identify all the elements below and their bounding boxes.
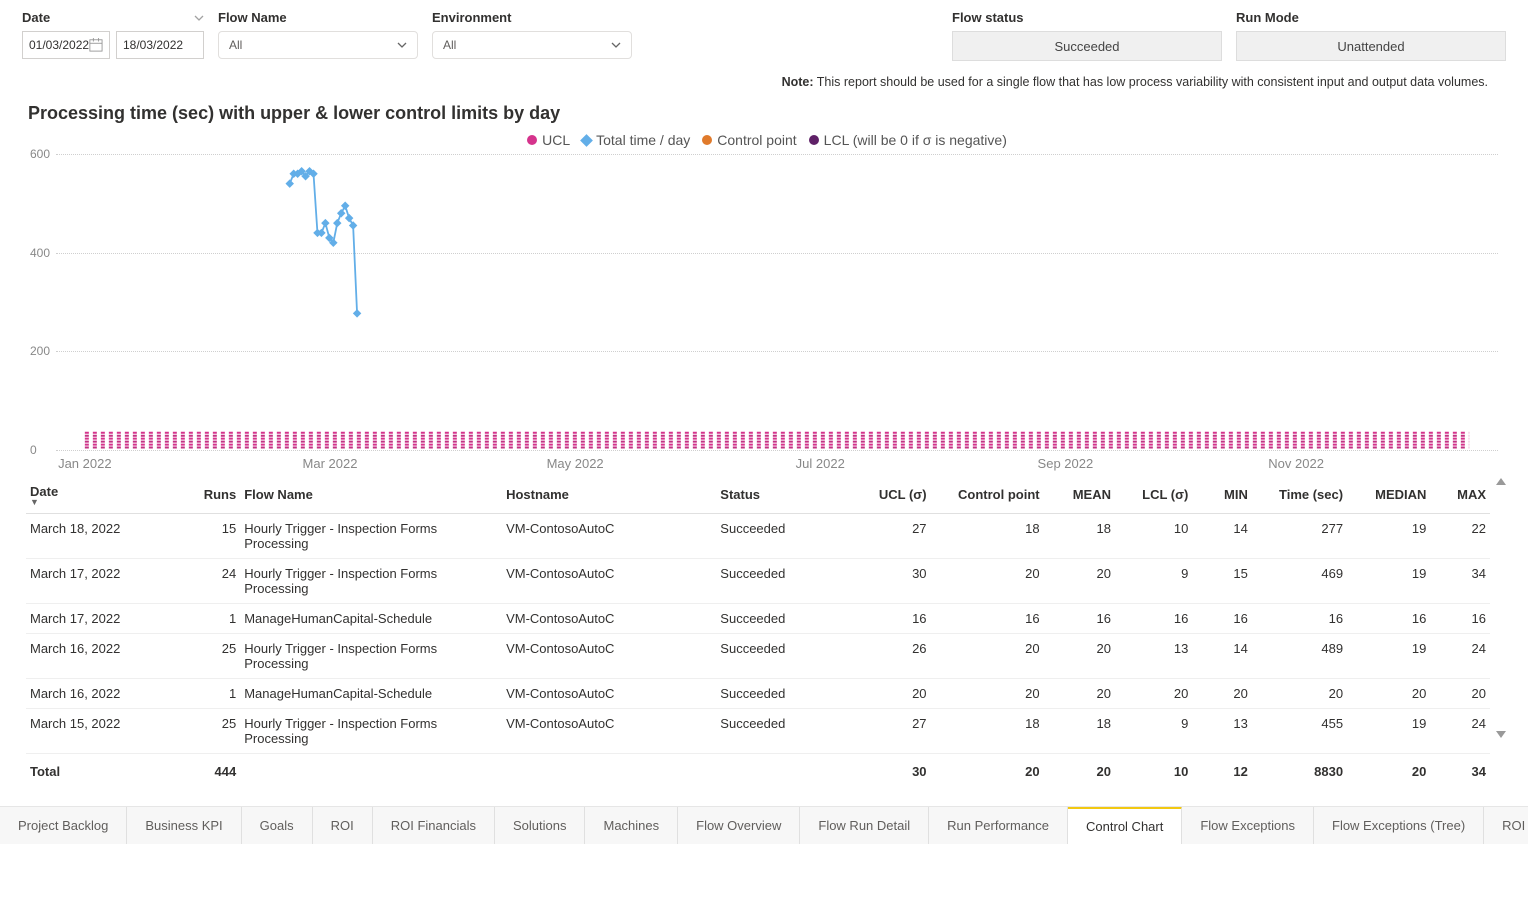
sort-desc-icon: ▼ <box>30 499 177 505</box>
calendar-icon <box>89 38 103 52</box>
tab-roi-financials[interactable]: ROI Financials <box>373 807 495 844</box>
ytick: 200 <box>30 344 50 358</box>
filter-flow-name: Flow Name All <box>218 10 418 59</box>
xtick: May 2022 <box>547 456 604 471</box>
table-total-row: Total444302020101288302034 <box>26 754 1490 787</box>
flowname-value: All <box>229 38 242 52</box>
col-lcl[interactable]: LCL (σ) <box>1115 478 1192 514</box>
chevron-down-icon[interactable] <box>194 13 204 23</box>
xtick: Sep 2022 <box>1038 456 1094 471</box>
xtick: Jan 2022 <box>58 456 112 471</box>
legend-total[interactable]: Total time / day <box>582 132 690 148</box>
note-bold: Note: <box>782 75 814 89</box>
tab-control-chart[interactable]: Control Chart <box>1068 806 1182 844</box>
note-text: This report should be used for a single … <box>817 75 1488 89</box>
filter-environment: Environment All <box>432 10 632 59</box>
filter-status-label: Flow status <box>952 10 1222 25</box>
filter-env-label: Environment <box>432 10 632 25</box>
col-min[interactable]: MIN <box>1192 478 1252 514</box>
scroll-up-icon[interactable] <box>1496 478 1506 485</box>
filters-bar: Date 01/03/2022 18/03/2022 Flow Name All… <box>0 0 1528 71</box>
tab-flow-run-detail[interactable]: Flow Run Detail <box>800 807 929 844</box>
filter-runmode-label: Run Mode <box>1236 10 1506 25</box>
tab-business-kpi[interactable]: Business KPI <box>127 807 241 844</box>
col-flow[interactable]: Flow Name <box>240 478 502 514</box>
ytick: 400 <box>30 246 50 260</box>
legend-dot-icon <box>527 135 537 145</box>
legend-lcl[interactable]: LCL (will be 0 if σ is negative) <box>809 132 1007 148</box>
col-time[interactable]: Time (sec) <box>1252 478 1347 514</box>
tab-flow-overview[interactable]: Flow Overview <box>678 807 800 844</box>
tab-project-backlog[interactable]: Project Backlog <box>0 807 127 844</box>
date-from-input[interactable]: 01/03/2022 <box>22 31 110 59</box>
col-host[interactable]: Hostname <box>502 478 716 514</box>
col-status[interactable]: Status <box>716 478 847 514</box>
tab-flow-exceptions[interactable]: Flow Exceptions <box>1182 807 1314 844</box>
tab-roi-calculations[interactable]: ROI Calculations <box>1484 807 1528 844</box>
filter-date-label: Date <box>22 10 50 25</box>
col-ucl[interactable]: UCL (σ) <box>847 478 930 514</box>
table-row[interactable]: March 16, 20221ManageHumanCapital-Schedu… <box>26 679 1490 709</box>
environment-dropdown[interactable]: All <box>432 31 632 59</box>
ytick: 0 <box>30 443 37 457</box>
table-row[interactable]: March 16, 202225Hourly Trigger - Inspect… <box>26 634 1490 679</box>
col-date[interactable]: Date ▼ <box>26 478 181 514</box>
flow-status-value: Succeeded <box>1054 39 1119 54</box>
chart-title: Processing time (sec) with upper & lower… <box>28 103 1508 124</box>
ytick: 600 <box>30 147 50 161</box>
col-median[interactable]: MEDIAN <box>1347 478 1430 514</box>
table-vertical-scrollbar[interactable] <box>1494 478 1508 786</box>
xtick: Mar 2022 <box>303 456 358 471</box>
date-from-value: 01/03/2022 <box>29 38 89 52</box>
legend-diamond-icon <box>580 134 593 147</box>
col-cp[interactable]: Control point <box>931 478 1044 514</box>
report-note: Note: This report should be used for a s… <box>0 71 1528 89</box>
tab-machines[interactable]: Machines <box>585 807 678 844</box>
detail-table[interactable]: Date ▼ Runs Flow Name Hostname Status UC… <box>26 478 1490 786</box>
col-mean[interactable]: MEAN <box>1044 478 1115 514</box>
table-row[interactable]: March 17, 20221ManageHumanCapital-Schedu… <box>26 604 1490 634</box>
table-row[interactable]: March 18, 202215Hourly Trigger - Inspect… <box>26 514 1490 559</box>
chart-panel: Processing time (sec) with upper & lower… <box>0 89 1528 450</box>
chevron-down-icon <box>397 40 407 50</box>
filter-run-mode: Run Mode Unattended <box>1236 10 1506 61</box>
run-mode-value: Unattended <box>1337 39 1404 54</box>
legend-ucl[interactable]: UCL <box>527 132 570 148</box>
environment-value: All <box>443 38 456 52</box>
filter-flow-status: Flow status Succeeded <box>952 10 1222 61</box>
flowname-dropdown[interactable]: All <box>218 31 418 59</box>
page-tabs: Project BacklogBusiness KPIGoalsROIROI F… <box>0 806 1528 844</box>
chart-svg <box>56 154 1498 450</box>
xtick: Nov 2022 <box>1268 456 1324 471</box>
date-to-input[interactable]: 18/03/2022 <box>116 31 204 59</box>
col-runs[interactable]: Runs <box>181 478 241 514</box>
col-max[interactable]: MAX <box>1430 478 1490 514</box>
scroll-down-icon[interactable] <box>1496 731 1506 738</box>
table-row[interactable]: March 15, 202225Hourly Trigger - Inspect… <box>26 709 1490 754</box>
legend-dot-icon <box>702 135 712 145</box>
tab-solutions[interactable]: Solutions <box>495 807 585 844</box>
legend-cp[interactable]: Control point <box>702 132 796 148</box>
date-to-value: 18/03/2022 <box>123 38 183 52</box>
filter-date: Date 01/03/2022 18/03/2022 <box>22 10 204 59</box>
table-row[interactable]: March 17, 202224Hourly Trigger - Inspect… <box>26 559 1490 604</box>
run-mode-slicer[interactable]: Unattended <box>1236 31 1506 61</box>
chart-plot-area[interactable]: 0 200 400 600 Jan 2022 Mar 2022 May 2022… <box>56 154 1498 450</box>
flow-status-slicer[interactable]: Succeeded <box>952 31 1222 61</box>
tab-flow-exceptions-tree-[interactable]: Flow Exceptions (Tree) <box>1314 807 1484 844</box>
chart-legend: UCL Total time / day Control point LCL (… <box>26 132 1508 148</box>
tab-goals[interactable]: Goals <box>242 807 313 844</box>
tab-roi[interactable]: ROI <box>313 807 373 844</box>
filter-flowname-label: Flow Name <box>218 10 418 25</box>
tab-run-performance[interactable]: Run Performance <box>929 807 1068 844</box>
chevron-down-icon <box>611 40 621 50</box>
legend-dot-icon <box>809 135 819 145</box>
xtick: Jul 2022 <box>796 456 845 471</box>
